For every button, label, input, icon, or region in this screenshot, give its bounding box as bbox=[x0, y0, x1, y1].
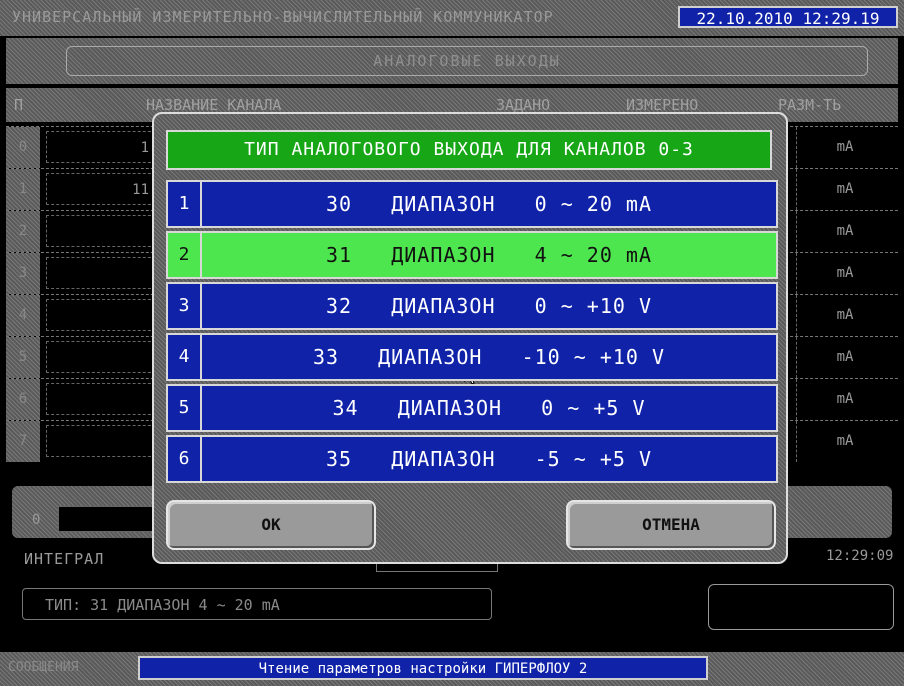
col-header-index: П bbox=[14, 96, 24, 114]
messages-label: СООБЩЕНИЯ bbox=[8, 660, 79, 675]
integral-label: ИНТЕГРАЛ bbox=[24, 550, 105, 568]
option-label: 34 ДИАПАЗОН 0 ~ +5 V bbox=[332, 396, 646, 420]
option-number: 6 bbox=[168, 437, 202, 481]
channel-name bbox=[46, 257, 156, 289]
col-header-unit: РАЗМ-ТЬ bbox=[778, 96, 842, 114]
option-item-4[interactable]: 4 33 ДИАПАЗОН -10 ~ +10 V bbox=[166, 333, 778, 381]
option-label: 35 ДИАПАЗОН -5 ~ +5 V bbox=[325, 447, 653, 471]
channel-name: 1 bbox=[46, 131, 156, 163]
row-index: 6 bbox=[6, 379, 40, 420]
option-item-3[interactable]: 3 32 ДИАПАЗОН 0 ~ +10 V bbox=[166, 282, 778, 330]
option-item-1[interactable]: 1 30 ДИАПАЗОН 0 ~ 20 mA bbox=[166, 180, 778, 228]
channel-name: 11 bbox=[46, 173, 156, 205]
status-bar: СООБЩЕНИЯ Чтение параметров настройки ГИ… bbox=[0, 652, 904, 686]
unit-cell: mA bbox=[796, 421, 893, 462]
unit-cell: mA bbox=[796, 211, 893, 252]
channel-name bbox=[46, 299, 156, 331]
option-number: 3 bbox=[168, 284, 202, 328]
row-index: 5 bbox=[6, 337, 40, 378]
unit-cell: mA bbox=[796, 253, 893, 294]
option-number: 5 bbox=[168, 386, 202, 430]
channel-name bbox=[46, 341, 156, 373]
detail-index: 0 bbox=[32, 512, 41, 528]
option-label: 33 ДИАПАЗОН -10 ~ +10 V bbox=[312, 345, 666, 369]
option-item-5[interactable]: 5 34 ДИАПАЗОН 0 ~ +5 V bbox=[166, 384, 778, 432]
cancel-button[interactable]: ОТМЕНА bbox=[566, 500, 776, 550]
row-index: 3 bbox=[6, 253, 40, 294]
integral-time: 12:29:09 bbox=[826, 548, 894, 564]
unit-cell: mA bbox=[796, 295, 893, 336]
app-title: УНИВЕРСАЛЬНЫЙ ИЗМЕРИТЕЛЬНО-ВЫЧИСЛИТЕЛЬНЫ… bbox=[12, 8, 554, 26]
right-info-box bbox=[708, 584, 894, 630]
option-label: 32 ДИАПАЗОН 0 ~ +10 V bbox=[325, 294, 653, 318]
row-index: 4 bbox=[6, 295, 40, 336]
unit-cell: mA bbox=[796, 169, 893, 210]
row-index: 0 bbox=[6, 127, 40, 168]
unit-cell: mA bbox=[796, 337, 893, 378]
screen-header: АНАЛОГОВЫЕ ВЫХОДЫ bbox=[6, 38, 898, 84]
channel-name bbox=[46, 215, 156, 247]
option-number: 4 bbox=[168, 335, 202, 379]
row-index: 1 bbox=[6, 169, 40, 210]
option-item-6[interactable]: 6 35 ДИАПАЗОН -5 ~ +5 V bbox=[166, 435, 778, 483]
dialog-title: ТИП АНАЛОГОВОГО ВЫХОДА ДЛЯ КАНАЛОВ 0-3 bbox=[166, 130, 772, 170]
option-item-2[interactable]: 2 31 ДИАПАЗОН 4 ~ 20 mA bbox=[166, 231, 778, 385]
unit-cell: mA bbox=[796, 379, 893, 420]
option-number: 2 bbox=[168, 233, 202, 277]
output-type-dialog: ТИП АНАЛОГОВОГО ВЫХОДА ДЛЯ КАНАЛОВ 0-3 1… bbox=[152, 112, 788, 564]
option-label: 31 ДИАПАЗОН 4 ~ 20 mA bbox=[325, 243, 653, 267]
datetime-display: 22.10.2010 12:29.19 bbox=[678, 6, 898, 28]
output-type-display: ТИП: 31 ДИАПАЗОН 4 ~ 20 mA bbox=[22, 588, 492, 620]
status-message: Чтение параметров настройки ГИПЕРФЛОУ 2 bbox=[138, 656, 708, 680]
option-label: 30 ДИАПАЗОН 0 ~ 20 mA bbox=[325, 192, 653, 216]
row-index: 2 bbox=[6, 211, 40, 252]
ok-button[interactable]: OK bbox=[166, 500, 376, 550]
option-number: 1 bbox=[168, 182, 202, 226]
channel-name bbox=[46, 383, 156, 415]
row-index: 7 bbox=[6, 421, 40, 462]
screen-title: АНАЛОГОВЫЕ ВЫХОДЫ bbox=[66, 46, 868, 76]
title-bar: УНИВЕРСАЛЬНЫЙ ИЗМЕРИТЕЛЬНО-ВЫЧИСЛИТЕЛЬНЫ… bbox=[0, 0, 904, 36]
unit-cell: mA bbox=[796, 127, 893, 168]
channel-name bbox=[46, 425, 156, 457]
